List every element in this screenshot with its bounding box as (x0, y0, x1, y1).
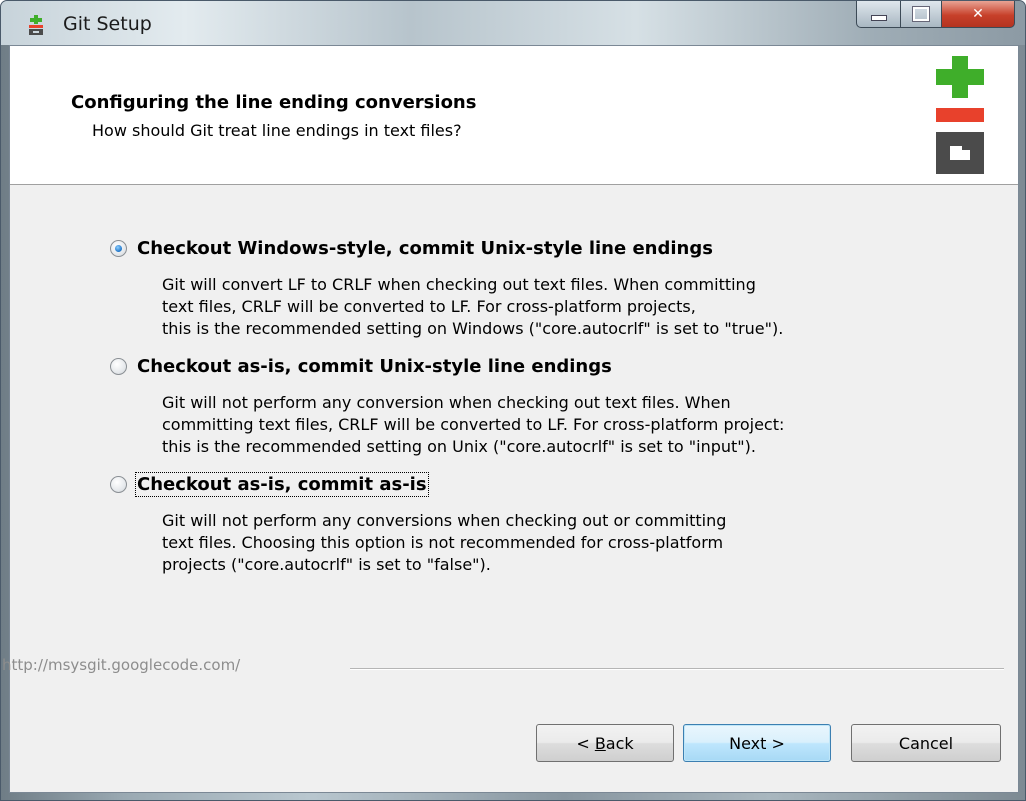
option-label[interactable]: Checkout as-is, commit Unix-style line e… (137, 356, 612, 377)
git-setup-icon (29, 15, 43, 35)
option-label[interactable]: Checkout Windows-style, commit Unix-styl… (137, 238, 713, 259)
minimize-icon (870, 15, 887, 21)
cancel-button[interactable]: Cancel (851, 724, 1001, 762)
branding-link: http://msysgit.googlecode.com/ (2, 656, 241, 674)
setup-window: Git Setup ✕ Configuring the line ending … (0, 0, 1026, 801)
page-subtitle: How should Git treat line endings in tex… (92, 121, 462, 140)
page-title: Configuring the line ending conversions (71, 92, 477, 113)
option-description: Git will convert LF to CRLF when checkin… (162, 275, 784, 338)
title-bar[interactable]: Git Setup ✕ (1, 1, 1025, 45)
option-description: Git will not perform any conversions whe… (162, 511, 727, 574)
option-asis-unix-commit: Checkout as-is, commit Unix-style line e… (110, 352, 990, 458)
option-asis-asis: Checkout as-is, commit as-is Git will no… (110, 470, 990, 576)
radio-button-selected[interactable] (110, 239, 127, 257)
radio-option-row[interactable]: Checkout Windows-style, commit Unix-styl… (110, 234, 990, 262)
dialog-client-area: Configuring the line ending conversions … (2, 45, 1019, 793)
git-logo-icon (936, 56, 984, 174)
back-button-accel: B (594, 733, 606, 753)
caption-buttons: ✕ (856, 1, 1015, 33)
minimize-button[interactable] (856, 1, 901, 28)
option-description: Git will not perform any conversion when… (162, 393, 785, 456)
footer-divider (350, 668, 1004, 670)
radio-option-row[interactable]: Checkout as-is, commit as-is (110, 470, 990, 498)
radio-button[interactable] (110, 357, 127, 375)
close-icon: ✕ (972, 6, 984, 22)
maximize-button[interactable] (901, 1, 942, 28)
next-button[interactable]: Next > (683, 724, 831, 762)
back-button-rest: ack (605, 733, 634, 753)
radio-button[interactable] (110, 475, 127, 493)
radio-option-row[interactable]: Checkout as-is, commit Unix-style line e… (110, 352, 990, 380)
window-title: Git Setup (63, 13, 152, 35)
option-label[interactable]: Checkout as-is, commit as-is (135, 471, 429, 497)
maximize-icon (912, 6, 930, 22)
option-windows-style: Checkout Windows-style, commit Unix-styl… (110, 234, 990, 340)
back-button-prefix: < (576, 733, 595, 753)
close-button[interactable]: ✕ (942, 1, 1015, 28)
back-button[interactable]: < Back (536, 724, 674, 762)
line-ending-options: Checkout Windows-style, commit Unix-styl… (110, 234, 990, 588)
wizard-header: Configuring the line ending conversions … (10, 46, 1018, 185)
